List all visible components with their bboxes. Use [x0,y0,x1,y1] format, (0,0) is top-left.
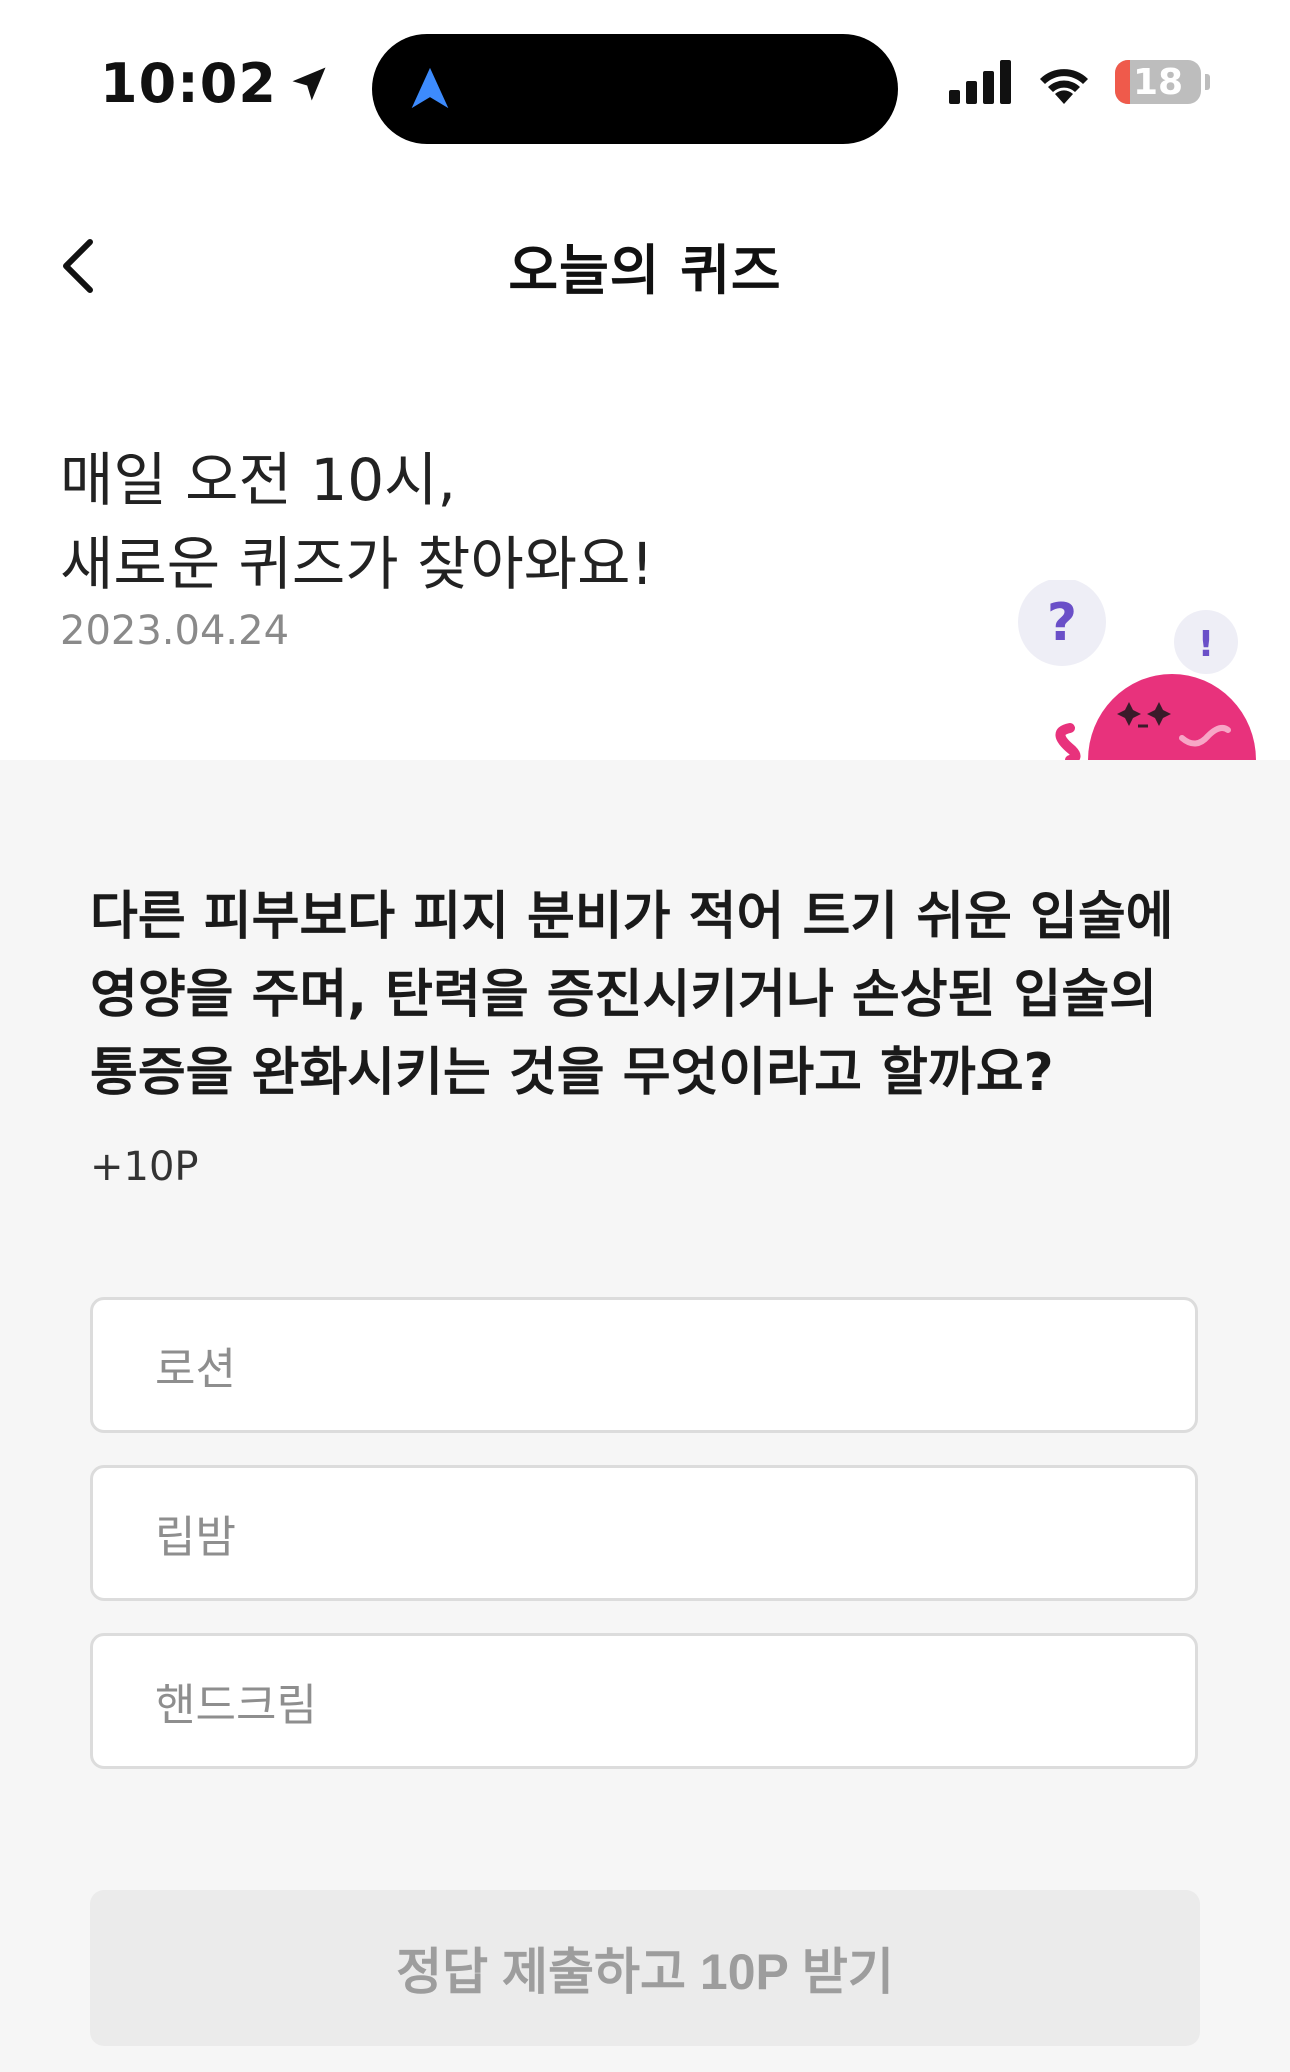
quiz-question-line: 다른 피부보다 피지 분비가 적어 트기 쉬운 입술에 [90,887,1174,947]
status-icons: 18 [949,60,1210,104]
dynamic-island [372,34,898,144]
answer-option-3[interactable]: 핸드크림 [90,1633,1198,1769]
battery-percent: 18 [1132,61,1184,103]
quiz-question-line: 영양을 주며, 탄력을 증진시키거나 손상된 입술의 [90,965,1158,1025]
quiz-question-line: 통증을 완화시키는 것을 무엇이라고 할까요? [90,1043,1054,1103]
hero-title-line: 매일 오전 10시, [60,446,456,514]
hero-title: 매일 오전 10시, 새로운 퀴즈가 찾아와요! [60,438,654,606]
submit-answer-button[interactable]: 정답 제출하고 10P 받기 [90,1890,1200,2046]
answer-option-label: 로션 [155,1344,236,1395]
mascot-question-mark: ? [1047,593,1077,653]
location-arrow-icon [292,67,326,100]
quiz-date: 2023.04.24 [60,608,290,654]
page-title: 오늘의 퀴즈 [508,239,782,302]
mascot-exclamation-mark: ! [1198,624,1214,665]
status-bar: 10:02 18 [0,0,1290,160]
hero-section: 매일 오전 10시, 새로운 퀴즈가 찾아와요! 2023.04.24 ? ! [0,430,1290,760]
wifi-icon [1040,69,1088,104]
reward-points: +10P [90,1144,199,1190]
answer-option-label: 립밤 [155,1512,236,1563]
quiz-mascot-illustration: ? ! [1018,580,1256,760]
answer-option-label: 핸드크림 [155,1680,317,1731]
time-text: 10:02 [100,52,277,115]
battery-indicator: 18 [1115,60,1201,104]
quiz-section: 다른 피부보다 피지 분비가 적어 트기 쉬운 입술에 영양을 주며, 탄력을 … [0,760,1290,2072]
status-time: 10:02 [100,52,331,115]
hero-title-line: 새로운 퀴즈가 찾아와요! [60,530,654,598]
answer-option-1[interactable]: 로션 [90,1297,1198,1433]
navigation-bar: 오늘의 퀴즈 [0,190,1290,330]
navigation-arrow-icon [411,67,449,109]
quiz-question: 다른 피부보다 피지 분비가 적어 트기 쉬운 입술에 영양을 주며, 탄력을 … [90,878,1210,1112]
battery-cap [1205,74,1210,90]
cellular-signal-icon [949,60,1011,104]
answer-option-2[interactable]: 립밤 [90,1465,1198,1601]
